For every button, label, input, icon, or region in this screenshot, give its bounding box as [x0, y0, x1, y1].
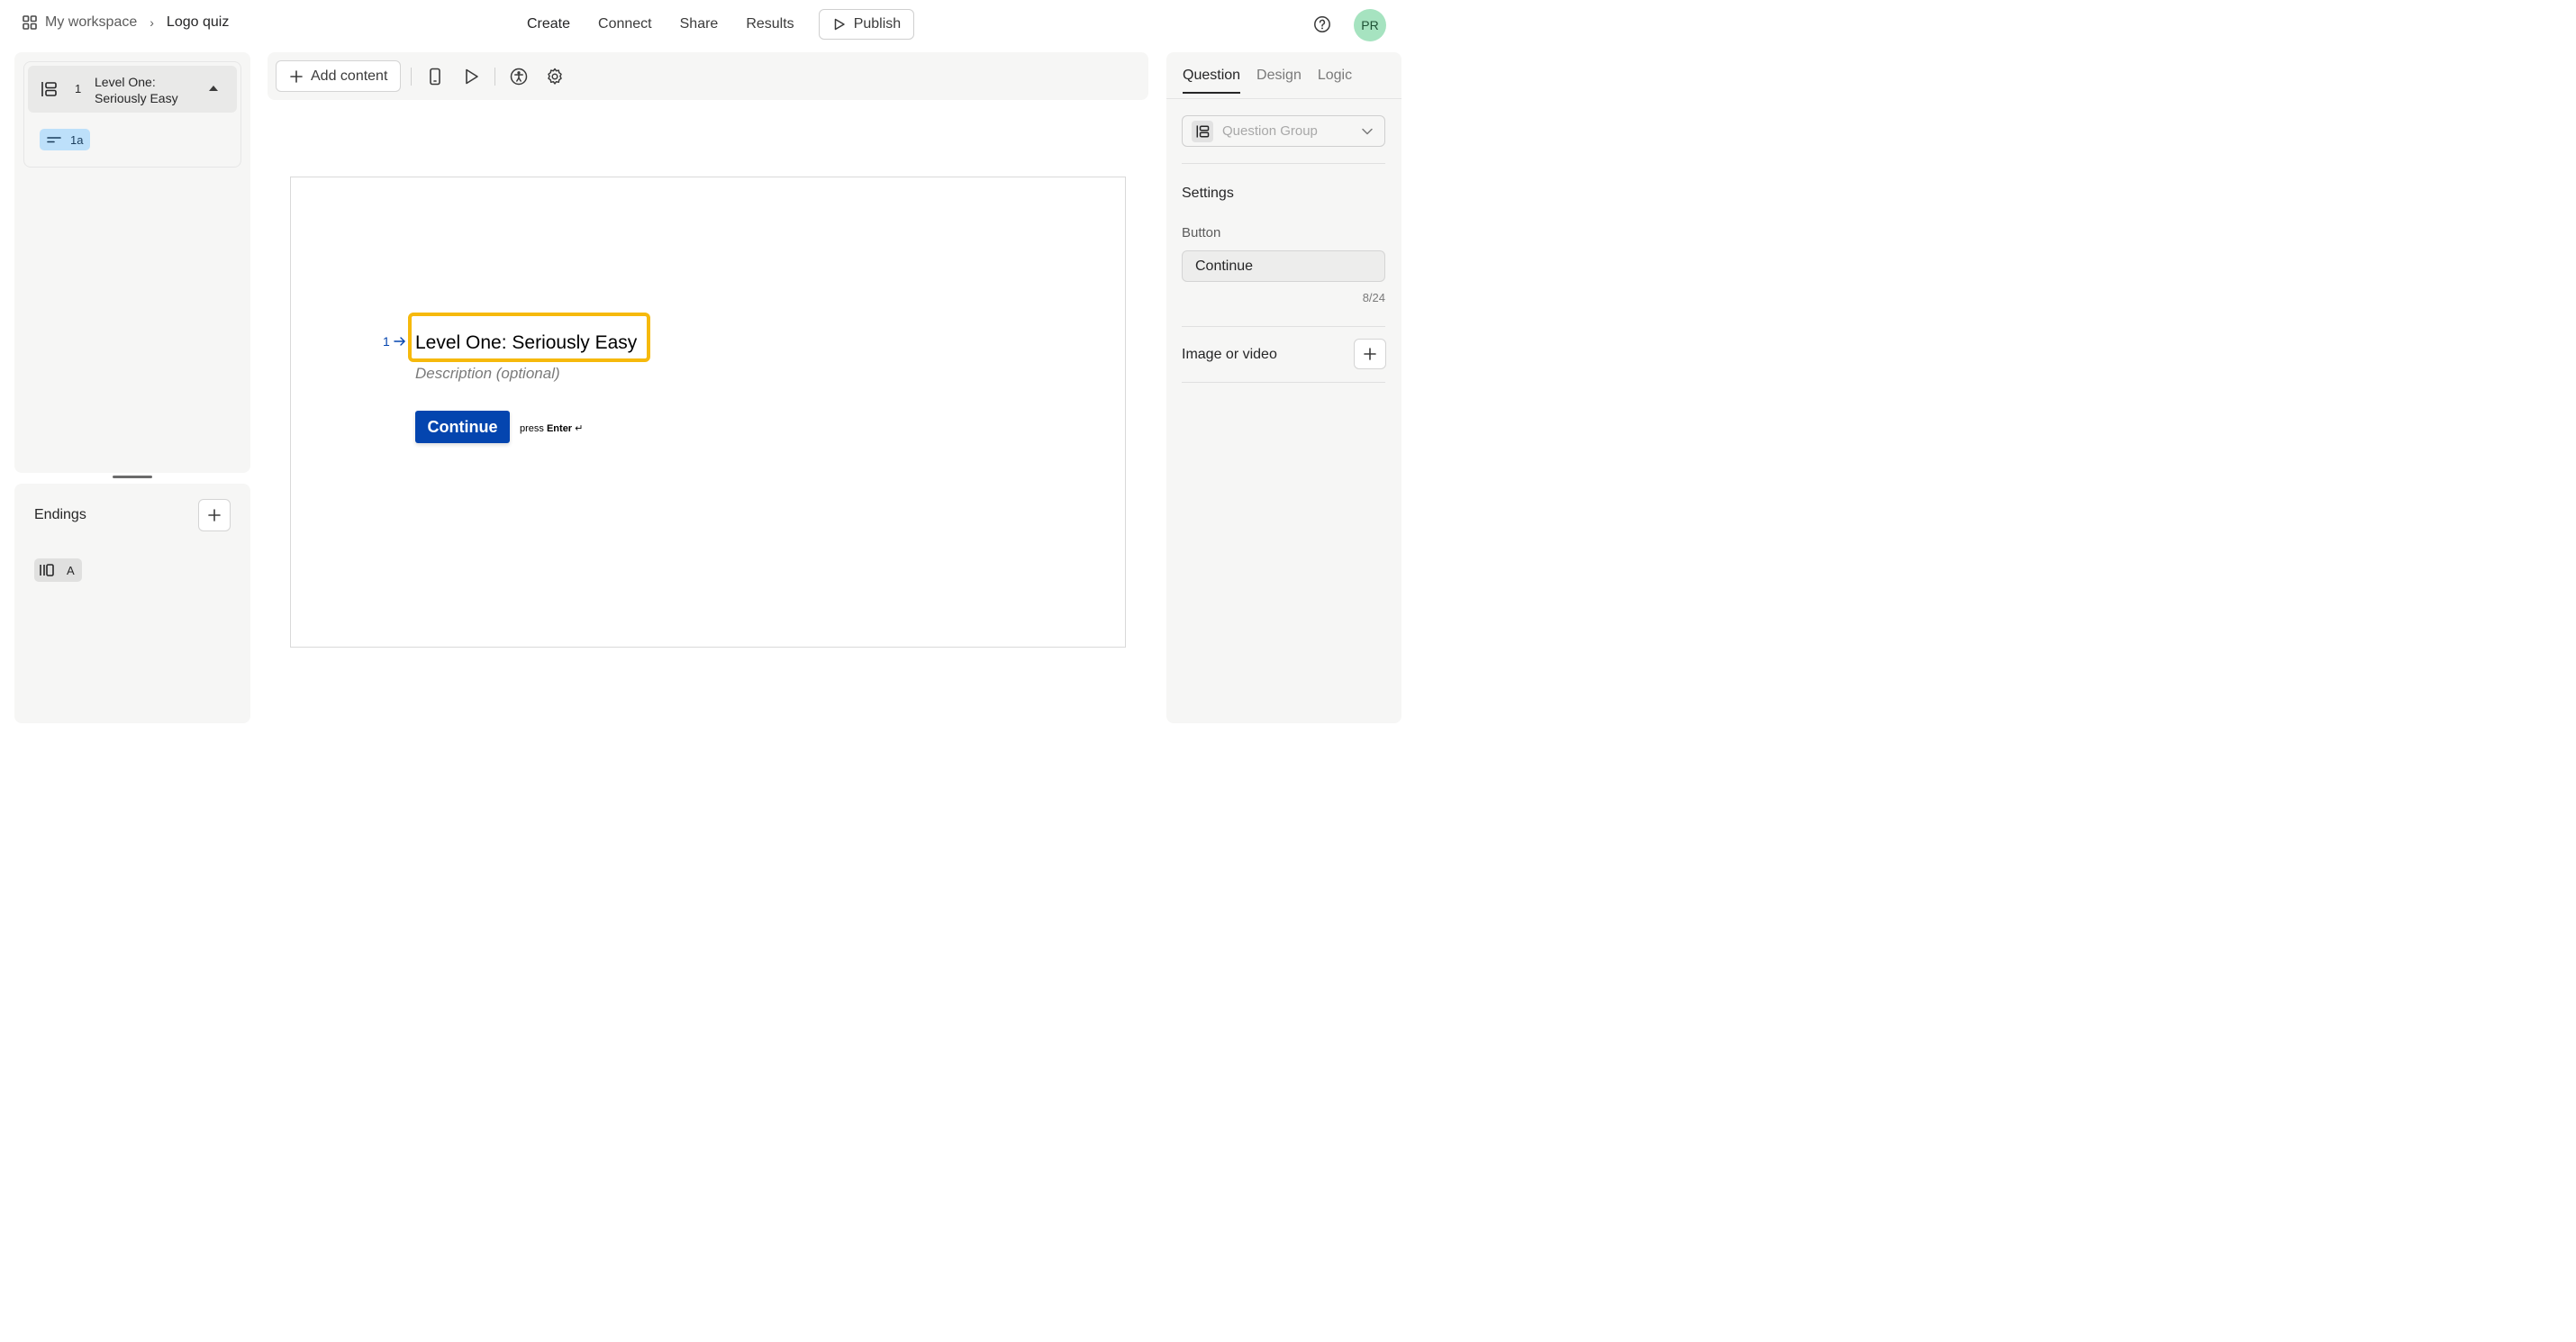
add-ending-button[interactable]: [198, 499, 231, 531]
editor-toolbar: Add content: [268, 52, 1148, 100]
toolbar-divider: [411, 68, 412, 86]
breadcrumb-separator: ›: [150, 15, 154, 30]
question-number: 1: [383, 334, 406, 349]
play-icon: [834, 18, 845, 31]
press-enter-hint: press Enter ↵: [520, 422, 583, 434]
settings-title: Settings: [1182, 186, 1234, 201]
section-divider: [1182, 163, 1385, 164]
char-counter: 8/24: [1362, 291, 1385, 304]
preview-play-icon[interactable]: [461, 67, 481, 86]
question-group-card: 1 Level One: Seriously Easy 1a: [23, 61, 241, 168]
properties-panel: Question Design Logic Question Group Set…: [1166, 52, 1401, 723]
tab-question[interactable]: Question: [1183, 68, 1241, 94]
add-content-label: Add content: [311, 68, 388, 84]
enter-icon: ↵: [575, 423, 584, 434]
image-or-video-label: Image or video: [1182, 347, 1277, 362]
nav-results[interactable]: Results: [746, 9, 794, 40]
tab-logic[interactable]: Logic: [1318, 68, 1352, 94]
section-divider: [1182, 326, 1385, 327]
breadcrumb-form-name[interactable]: Logo quiz: [167, 14, 229, 31]
chevron-down-icon: [1362, 128, 1373, 135]
statement-icon: [47, 137, 61, 143]
press-label: press: [520, 423, 544, 434]
button-text-input[interactable]: Continue: [1182, 250, 1385, 282]
nav-connect[interactable]: Connect: [598, 9, 652, 40]
description-input[interactable]: Description (optional): [415, 365, 560, 383]
publish-label: Publish: [853, 16, 902, 32]
endings-panel: Endings A: [14, 484, 250, 723]
help-icon[interactable]: [1313, 15, 1331, 33]
plus-icon: [208, 509, 221, 521]
collapse-caret-icon[interactable]: [209, 86, 218, 91]
endings-title: Endings: [34, 507, 86, 522]
sub-question-item[interactable]: 1a: [40, 129, 91, 150]
question-group-icon: [1192, 120, 1213, 142]
tab-design[interactable]: Design: [1256, 68, 1302, 94]
top-bar: My workspace › Logo quiz Create Connect …: [0, 0, 1405, 50]
nav-create[interactable]: Create: [527, 9, 570, 40]
button-text-label: Button: [1182, 225, 1221, 240]
arrow-right-icon: [394, 337, 405, 346]
question-type-label: Question Group: [1222, 123, 1318, 139]
add-content-button[interactable]: Add content: [276, 60, 402, 92]
grid-icon[interactable]: [22, 14, 38, 31]
question-group-title: Level One: Seriously Easy: [95, 75, 178, 105]
continue-button[interactable]: Continue: [415, 411, 510, 443]
properties-tabs: Question Design Logic: [1183, 68, 1368, 94]
question-group-number: 1: [75, 82, 82, 95]
mobile-preview-icon[interactable]: [425, 67, 445, 86]
ending-item[interactable]: A: [34, 558, 82, 582]
add-media-button[interactable]: [1354, 339, 1386, 369]
avatar[interactable]: PR: [1354, 9, 1386, 41]
question-number-label: 1: [383, 334, 390, 349]
ending-item-label: A: [67, 563, 75, 577]
sub-question-label: 1a: [70, 132, 84, 147]
ending-screen-icon: [40, 564, 54, 576]
breadcrumb-workspace[interactable]: My workspace: [45, 14, 137, 31]
question-group-icon: [39, 79, 59, 99]
nav-share[interactable]: Share: [680, 9, 719, 40]
breadcrumb: My workspace › Logo quiz: [22, 14, 229, 31]
main-nav: Create Connect Share Results Publish: [527, 9, 915, 40]
section-divider: [1182, 382, 1385, 383]
tabs-divider: [1166, 98, 1401, 99]
question-type-select[interactable]: Question Group: [1182, 115, 1385, 147]
toolbar-divider: [494, 68, 495, 86]
plus-icon: [1364, 348, 1376, 360]
question-group-item[interactable]: 1 Level One: Seriously Easy: [28, 66, 237, 113]
accessibility-icon[interactable]: [509, 67, 529, 86]
panel-resize-handle[interactable]: [113, 476, 152, 478]
form-preview-canvas: 1 Level One: Seriously Easy Description …: [290, 177, 1126, 648]
publish-button[interactable]: Publish: [818, 9, 915, 40]
question-title-input[interactable]: Level One: Seriously Easy: [415, 332, 637, 354]
enter-label: Enter: [546, 423, 573, 434]
settings-gear-icon[interactable]: [545, 67, 565, 86]
plus-icon: [290, 69, 303, 83]
question-list-panel: 1 Level One: Seriously Easy 1a: [14, 52, 250, 473]
